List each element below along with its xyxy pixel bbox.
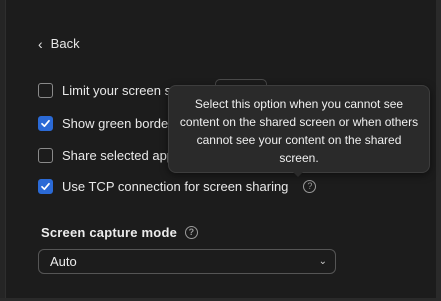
back-button[interactable]: ‹ Back	[38, 36, 80, 51]
option-label: Share selected app	[62, 148, 175, 163]
back-label: Back	[50, 36, 80, 51]
checkbox[interactable]	[38, 148, 53, 163]
option-show-green-border[interactable]: Show green border	[38, 116, 173, 131]
screen-capture-mode-heading: Screen capture mode ?	[41, 225, 199, 240]
checkbox[interactable]	[38, 179, 53, 194]
screen-capture-mode-select[interactable]: Auto ⌄	[38, 249, 336, 274]
tooltip-arrow	[292, 171, 304, 177]
tcp-help-tooltip: Select this option when you cannot see c…	[168, 85, 430, 173]
checkmark-icon	[41, 119, 50, 128]
select-value: Auto	[50, 254, 77, 269]
divider	[5, 0, 6, 301]
chevron-left-icon: ‹	[38, 35, 43, 52]
tooltip-text: Select this option when you cannot see c…	[179, 97, 419, 165]
option-limit-screen-share[interactable]: Limit your screen s	[38, 83, 171, 98]
question-circle-icon[interactable]: ?	[185, 226, 199, 239]
option-share-selected-app[interactable]: Share selected app	[38, 148, 174, 163]
option-use-tcp-connection[interactable]: Use TCP connection for screen sharing ?	[38, 179, 317, 194]
option-label: Limit your screen s	[62, 83, 172, 98]
option-label: Use TCP connection for screen sharing	[62, 179, 289, 194]
checkbox[interactable]	[38, 83, 53, 98]
settings-panel: ‹ Back Limit your screen s Show green bo…	[0, 0, 441, 301]
checkbox[interactable]	[38, 116, 53, 131]
option-label: Show green border	[62, 116, 173, 131]
scrollbar-track	[436, 0, 441, 301]
section-title: Screen capture mode	[41, 225, 178, 240]
chevron-down-icon: ⌄	[318, 256, 327, 267]
checkmark-icon	[41, 182, 50, 191]
question-circle-icon[interactable]: ?	[303, 180, 317, 193]
